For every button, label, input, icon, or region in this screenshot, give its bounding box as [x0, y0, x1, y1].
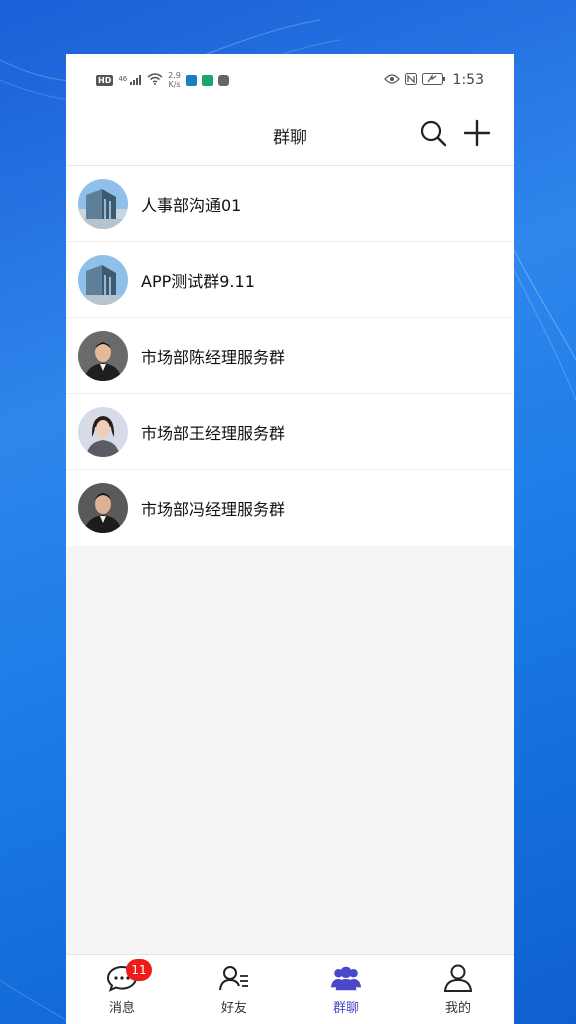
- avatar: [78, 178, 128, 229]
- header-actions: [418, 118, 492, 148]
- group-row[interactable]: APP测试群9.11: [66, 242, 514, 318]
- group-list: 人事部沟通01 APP测试群9.11 市场部陈经理服务群 市场部王经理服务群 市…: [66, 166, 514, 546]
- battery-icon: [421, 72, 446, 88]
- group-row[interactable]: 市场部陈经理服务群: [66, 318, 514, 394]
- tab-label: 消息: [108, 1001, 135, 1016]
- status-bar: HD 46 2.9 K/s 1:53: [66, 54, 514, 106]
- group-name: 市场部冯经理服务群: [141, 500, 286, 519]
- person-icon: [442, 963, 474, 993]
- avatar: [78, 483, 128, 533]
- wifi-icon: [147, 72, 163, 88]
- avatar: [78, 254, 128, 305]
- clock: 1:53: [452, 72, 484, 88]
- group-icon: [330, 963, 362, 993]
- unread-badge: 11: [126, 959, 152, 981]
- group-name: APP测试群9.11: [141, 271, 255, 291]
- group-name: 人事部沟通01: [141, 195, 242, 215]
- tab-groups[interactable]: 群聊: [290, 955, 402, 1024]
- tab-label: 群聊: [332, 1001, 359, 1016]
- tab-label: 好友: [220, 1001, 247, 1016]
- tab-label: 我的: [444, 1001, 471, 1016]
- group-name: 市场部陈经理服务群: [141, 347, 286, 367]
- app-window: HD 46 2.9 K/s 1:53 群聊 人事部沟通01 APP测试群9.11…: [66, 54, 514, 1024]
- page-title: 群聊: [273, 128, 307, 148]
- status-left: HD 46 2.9 K/s: [96, 71, 229, 89]
- hd-indicator: HD: [96, 74, 114, 86]
- app-notif-icon: [201, 74, 213, 86]
- signal-icon: 46: [118, 75, 142, 85]
- avatar: [78, 330, 128, 381]
- top-bar: 群聊: [66, 106, 514, 166]
- app-notif-icon: [185, 74, 197, 86]
- tab-friends[interactable]: 好友: [178, 955, 290, 1024]
- add-group-button[interactable]: [462, 118, 492, 148]
- group-row[interactable]: 市场部冯经理服务群: [66, 470, 514, 546]
- chat-bubble-icon: 11: [106, 959, 152, 993]
- android-icon: [217, 74, 229, 86]
- plus-icon: [463, 119, 491, 147]
- eye-icon: [383, 73, 400, 87]
- group-row[interactable]: 市场部王经理服务群: [66, 394, 514, 470]
- nfc-icon: [404, 72, 417, 88]
- group-name: 市场部王经理服务群: [141, 423, 286, 443]
- net-speed: 2.9 K/s: [168, 71, 181, 89]
- status-right: 1:53: [383, 72, 484, 88]
- search-button[interactable]: [418, 118, 448, 148]
- search-icon: [420, 120, 447, 147]
- bottom-tab-bar: 11 消息 好友 群聊 我的: [66, 954, 514, 1024]
- tab-messages[interactable]: 11 消息: [66, 955, 178, 1024]
- contacts-icon: [218, 963, 250, 993]
- tab-me[interactable]: 我的: [402, 955, 514, 1024]
- group-row[interactable]: 人事部沟通01: [66, 166, 514, 242]
- avatar: [78, 406, 128, 457]
